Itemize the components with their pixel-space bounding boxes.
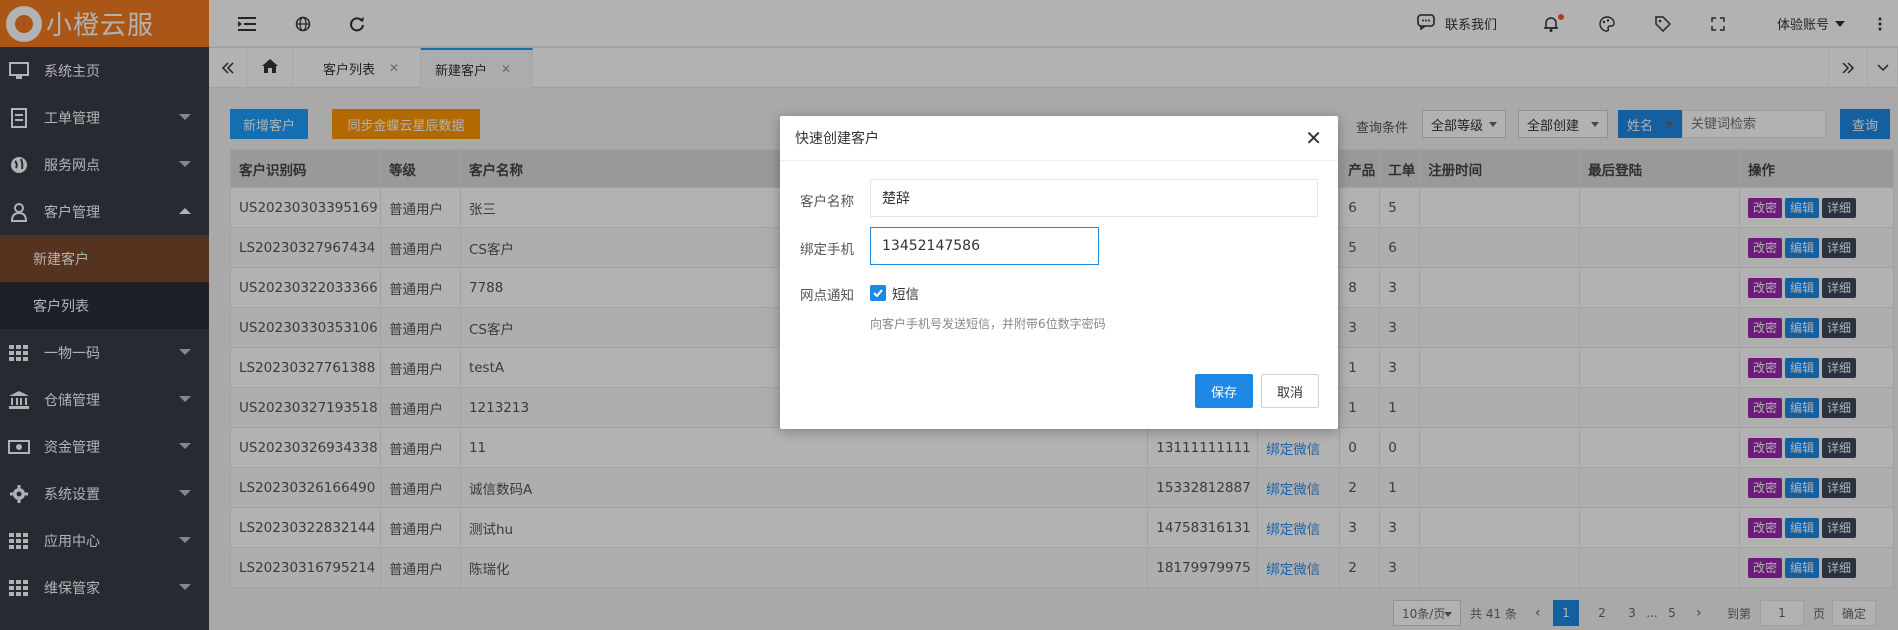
notify-label: 网点通知 [800, 288, 854, 304]
sms-label: 短信 [892, 287, 919, 303]
cancel-button[interactable]: 取消 [1261, 374, 1319, 408]
checkbox-checked-icon [870, 285, 886, 301]
dialog-header: 快速创建客户 [780, 116, 1338, 161]
dialog-title: 快速创建客户 [795, 131, 879, 147]
customer-name-input[interactable]: 楚辞 [870, 179, 1318, 217]
sms-checkbox[interactable]: 短信 [870, 283, 919, 303]
sms-hint: 向客户手机号发送短信，并附带6位数字密码 [870, 317, 1106, 331]
quick-create-customer-dialog: 快速创建客户 ✕ 客户名称 楚辞 绑定手机 13452147586 网点通知 短… [780, 116, 1338, 429]
close-icon[interactable]: ✕ [1305, 128, 1322, 148]
save-button[interactable]: 保存 [1195, 374, 1253, 408]
bind-phone-input[interactable]: 13452147586 [870, 227, 1099, 265]
customer-name-label: 客户名称 [800, 194, 854, 210]
bind-phone-label: 绑定手机 [800, 242, 854, 258]
